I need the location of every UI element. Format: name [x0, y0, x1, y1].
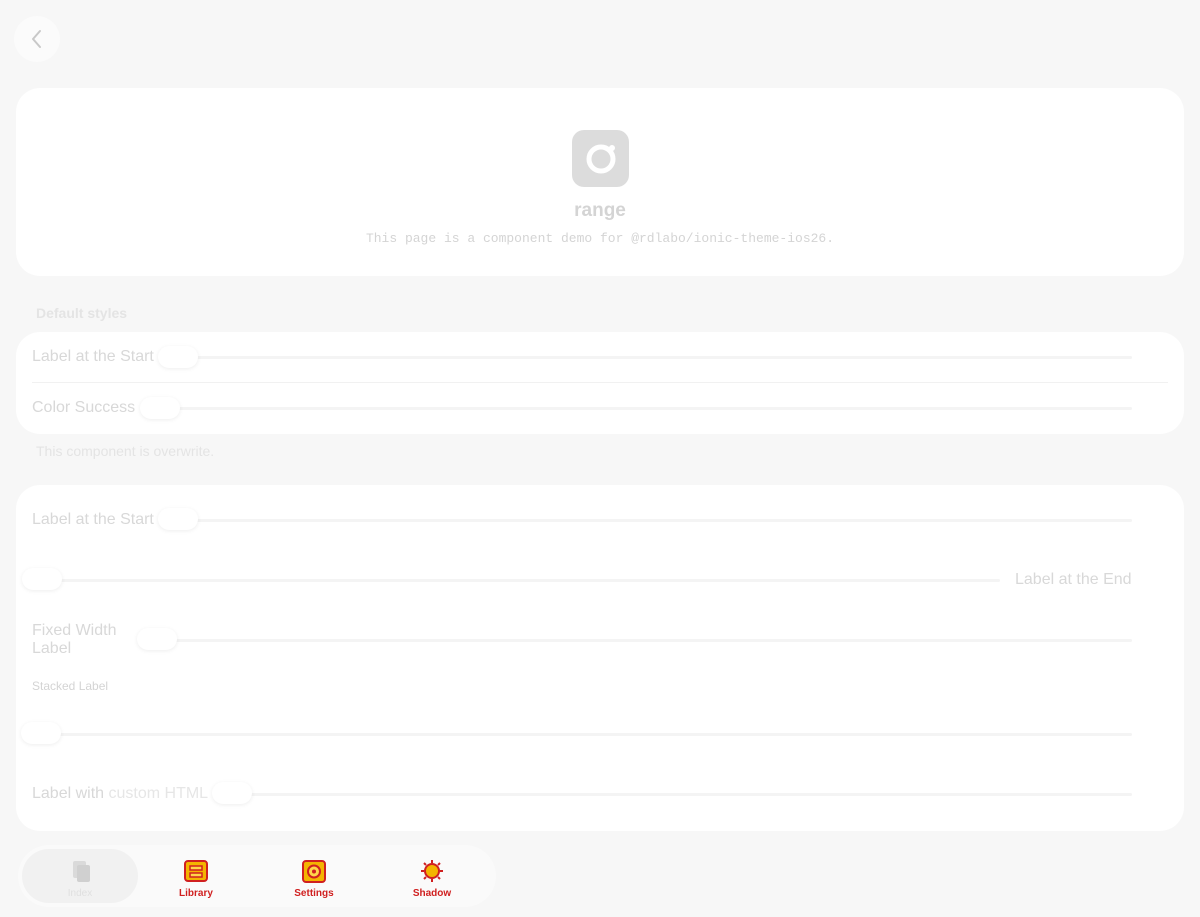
range-label: Label with custom HTML — [32, 785, 208, 803]
tab-library[interactable]: Library — [138, 849, 254, 903]
range-row-stacked: Stacked Label — [16, 669, 1184, 759]
range-track[interactable] — [220, 793, 1132, 796]
range-row-label-start: Label at the Start — [16, 485, 1184, 553]
back-button[interactable] — [14, 16, 60, 62]
range-label-plain: Label with — [32, 785, 105, 802]
range-track[interactable] — [32, 579, 1000, 582]
range-knob[interactable] — [21, 722, 61, 744]
range-row-fixed-width: Fixed Width Label — [16, 609, 1184, 669]
hero-card: range This page is a component demo for … — [16, 88, 1184, 276]
instagram-icon — [572, 130, 629, 187]
range-row-custom-html: Label with custom HTML — [16, 765, 1184, 821]
range-knob[interactable] — [22, 568, 62, 590]
documents-icon — [73, 861, 90, 882]
range-knob[interactable] — [137, 628, 177, 650]
tab-settings[interactable]: Settings — [256, 849, 372, 903]
tab-label: Settings — [294, 888, 334, 899]
settings-icon — [302, 860, 326, 883]
range-row-color-success: Color Success — [16, 383, 1184, 434]
range-label: Label at the Start — [32, 511, 154, 528]
range-label: Stacked Label — [32, 679, 109, 693]
tab-label: Shadow — [412, 888, 452, 899]
tab-label: Index — [67, 888, 93, 899]
chevron-left-icon — [32, 30, 41, 48]
page-title: range — [574, 200, 626, 221]
tab-bar: Index Library Settings Shadow — [18, 845, 496, 907]
default-range-list: Label at the Start Color Success — [16, 332, 1184, 434]
page-description: This page is a component demo for @rdlab… — [365, 231, 835, 246]
range-track[interactable] — [32, 733, 1132, 736]
range-knob[interactable] — [158, 346, 198, 368]
range-knob[interactable] — [158, 508, 198, 530]
tab-shadow[interactable]: Shadow — [374, 849, 490, 903]
tab-index[interactable]: Index — [22, 849, 138, 903]
section-note: This component is overwrite. — [36, 443, 215, 459]
range-label: Label at the Start — [32, 348, 154, 365]
tab-label: Library — [179, 888, 213, 899]
range-track[interactable] — [148, 407, 1132, 410]
range-label: Color Success — [32, 399, 136, 416]
range-track[interactable] — [166, 519, 1132, 522]
range-label: Label at the End — [1015, 571, 1132, 588]
section-header-default: Default styles — [36, 305, 128, 321]
range-knob[interactable] — [140, 397, 180, 419]
shadow-icon — [421, 860, 443, 882]
library-icon — [184, 860, 208, 882]
range-label: Fixed Width Label — [32, 622, 117, 657]
range-row-label-start: Label at the Start — [16, 332, 1184, 382]
range-label-accent: custom HTML — [108, 785, 209, 802]
range-row-label-end: Label at the End — [16, 553, 1184, 609]
range-knob[interactable] — [212, 782, 252, 804]
range-track[interactable] — [146, 639, 1132, 642]
range-track[interactable] — [166, 356, 1132, 359]
custom-range-list: Label at the Start Label at the End Fixe… — [16, 485, 1184, 831]
